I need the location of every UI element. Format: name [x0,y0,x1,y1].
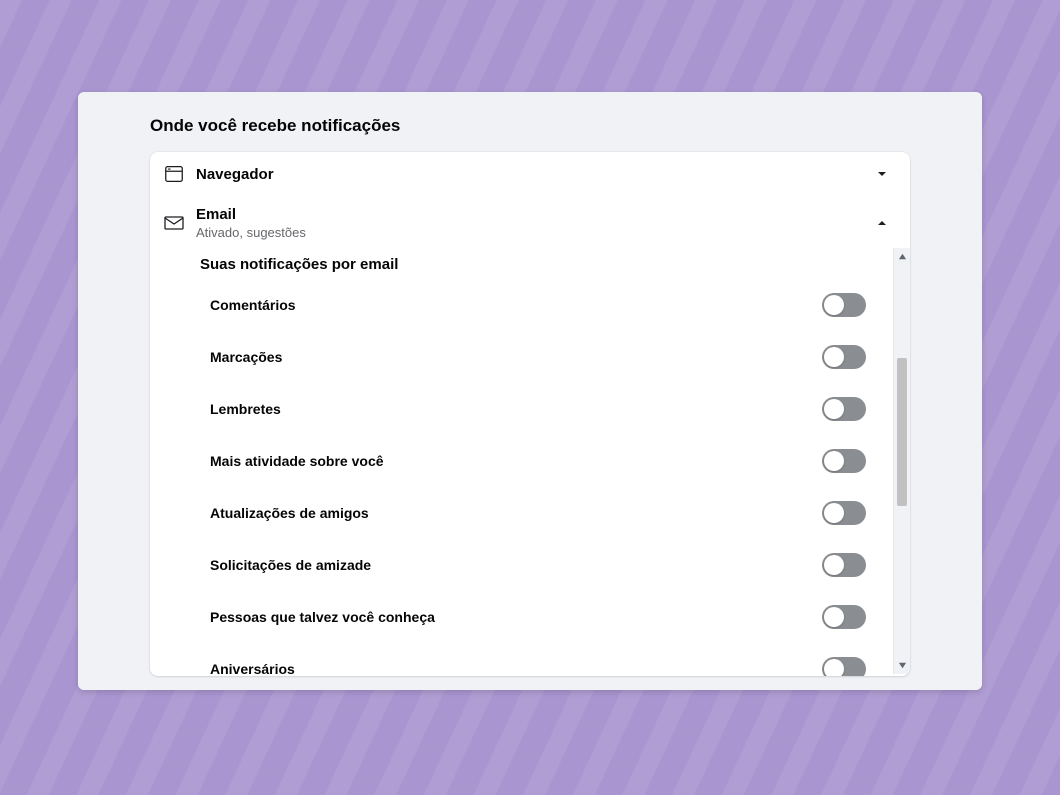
toggle-label: Comentários [210,297,822,313]
toggle-label: Aniversários [210,661,822,676]
browser-section-row[interactable]: Navegador [150,152,910,196]
toggle-lembretes[interactable] [822,397,866,421]
chevron-down-icon [872,164,892,184]
notification-sources-card: Navegador Email Ativado, sugestões [150,152,910,676]
page-title: Onde você recebe notificações [78,116,982,146]
toggle-marcacoes[interactable] [822,345,866,369]
email-section-subtitle: Ativado, sugestões [196,225,872,240]
browser-section-title: Navegador [196,166,872,183]
toggle-row-solicitacoes: Solicitações de amizade [188,539,866,591]
settings-panel: Onde você recebe notificações Navegador [78,92,982,690]
toggle-row-mais-atividade: Mais atividade sobre você [188,435,866,487]
toggle-comentarios[interactable] [822,293,866,317]
toggle-row-lembretes: Lembretes [188,383,866,435]
toggle-row-comentarios: Comentários [188,279,866,331]
browser-icon [162,162,186,186]
scroll-down-button[interactable] [894,657,910,674]
envelope-icon [162,211,186,235]
toggle-label: Pessoas que talvez você conheça [210,609,822,625]
toggle-row-pessoas: Pessoas que talvez você conheça [188,591,866,643]
toggle-label: Solicitações de amizade [210,557,822,573]
scrollbar-track[interactable] [893,248,910,674]
toggle-label: Lembretes [210,401,822,417]
toggle-row-atualizacoes: Atualizações de amigos [188,487,866,539]
toggle-solicitacoes[interactable] [822,553,866,577]
toggle-label: Marcações [210,349,822,365]
toggle-pessoas[interactable] [822,605,866,629]
email-settings-scroll[interactable]: Suas notificações por email Comentários … [150,248,910,676]
toggle-aniversarios[interactable] [822,657,866,676]
toggle-label: Mais atividade sobre você [210,453,822,469]
scroll-up-button[interactable] [894,248,910,265]
toggle-row-aniversarios: Aniversários [188,643,866,676]
email-sub-title: Suas notificações por email [188,248,866,279]
scrollbar-thumb[interactable] [897,358,907,506]
toggle-atualizacoes[interactable] [822,501,866,525]
chevron-up-icon [872,213,892,233]
email-section-title: Email [196,206,872,223]
toggle-mais-atividade[interactable] [822,449,866,473]
email-section-row[interactable]: Email Ativado, sugestões [150,196,910,250]
toggle-row-marcacoes: Marcações [188,331,866,383]
toggle-label: Atualizações de amigos [210,505,822,521]
